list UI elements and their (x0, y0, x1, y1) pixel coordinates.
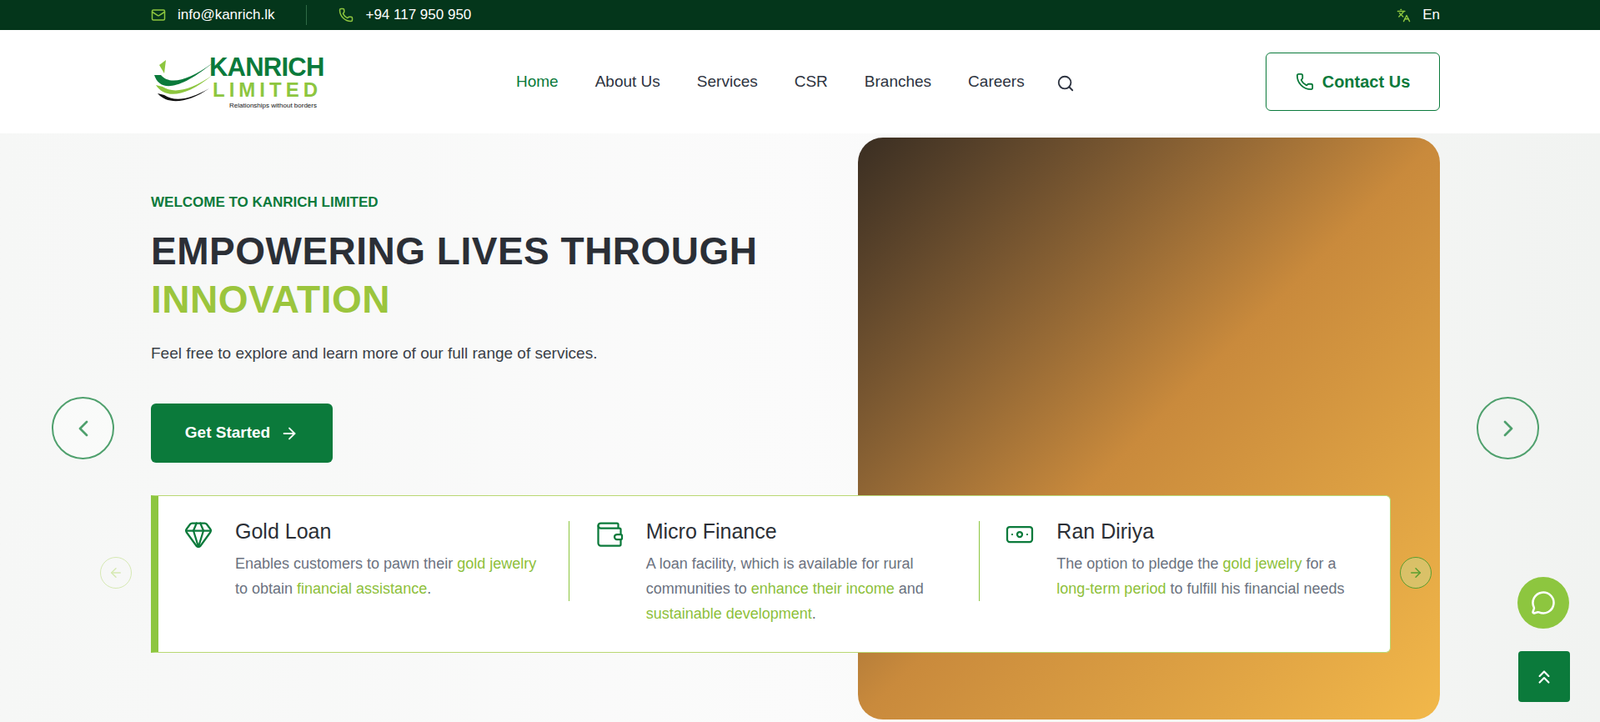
service-description: A loan facility, which is available for … (646, 551, 960, 627)
services-next-button[interactable] (1399, 556, 1432, 589)
mail-icon (150, 7, 166, 23)
chat-button[interactable] (1517, 576, 1570, 629)
logo-name: KANRICH (209, 55, 325, 81)
top-bar-divider (305, 5, 307, 26)
language-selector[interactable]: En (1396, 4, 1440, 26)
chevrons-up-icon (1533, 666, 1555, 688)
service-description: Enables customers to pawn their gold jew… (235, 551, 549, 602)
logo-tagline: Relationships without borders (209, 102, 325, 110)
logo-subtitle: LIMITED (209, 80, 325, 101)
service-title: Gold Loan (235, 517, 549, 545)
arrow-right-icon (1408, 565, 1424, 581)
service-divider (978, 521, 980, 602)
service-item[interactable]: Micro Finance A loan facility, which is a… (569, 517, 980, 627)
hero-text-line: Feel free to explore and learn more of o… (150, 341, 597, 367)
service-title: Micro Finance (646, 517, 960, 545)
search-icon[interactable] (1056, 74, 1075, 93)
page: info@kanrich.lk +94 117 950 950 En KANRICHL… (0, 0, 1600, 722)
nav-item[interactable]: About Us (595, 70, 661, 95)
get-started-button[interactable]: Get Started (150, 403, 333, 463)
service-icon (1004, 519, 1035, 550)
hero-eyebrow: WELCOME TO KANRICH LIMITED (150, 191, 379, 214)
next-slide-button[interactable] (1476, 396, 1540, 460)
header: KANRICHLIMITEDRelationships without bord… (0, 30, 1600, 134)
nav-item[interactable]: Branches (864, 70, 932, 95)
nav-item[interactable]: Careers (968, 70, 1025, 95)
arrow-right-icon (280, 424, 299, 443)
phone-icon (1295, 72, 1315, 91)
language-icon (1396, 8, 1411, 23)
main-nav: Home About Us Services CSR Branches Careers (516, 70, 1075, 95)
phone-icon (338, 7, 354, 23)
service-title: Ran Diriya (1056, 517, 1370, 545)
service-item[interactable]: Ran Diriya The option to pledge the gold … (979, 517, 1390, 602)
top-bar: info@kanrich.lk +94 117 950 950 En (0, 0, 1600, 31)
hero: WELCOME TO KANRICH LIMITED EMPOWERING LIV… (0, 133, 1600, 722)
services-card: Gold Loan Enables customers to pawn their… (150, 495, 1391, 653)
services-prev-button[interactable] (100, 556, 132, 589)
chevron-left-icon (70, 415, 97, 442)
logo[interactable]: KANRICHLIMITEDRelationships without bord… (150, 55, 345, 109)
chat-icon (1530, 590, 1556, 616)
prev-slide-button[interactable] (51, 396, 115, 460)
email-link[interactable]: info@kanrich.lk (150, 4, 275, 26)
service-icon (594, 519, 625, 550)
nav-item[interactable]: Services (697, 70, 758, 95)
phone-link[interactable]: +94 117 950 950 (338, 4, 472, 26)
arrow-left-icon (108, 565, 124, 581)
nav-item[interactable]: Home (516, 70, 559, 95)
nav-item[interactable]: CSR (794, 70, 828, 95)
chevron-right-icon (1494, 415, 1522, 442)
contact-button[interactable]: Contact Us (1265, 52, 1440, 111)
scroll-top-button[interactable] (1518, 651, 1570, 703)
service-icon (183, 519, 214, 550)
service-description: The option to pledge the gold jewelry fo… (1056, 551, 1370, 602)
service-divider (568, 521, 570, 602)
logo-swoosh-icon (150, 56, 216, 107)
hero-title: EMPOWERING LIVES THROUGHINNOVATION (150, 226, 758, 324)
service-item[interactable]: Gold Loan Enables customers to pawn their… (158, 517, 569, 602)
